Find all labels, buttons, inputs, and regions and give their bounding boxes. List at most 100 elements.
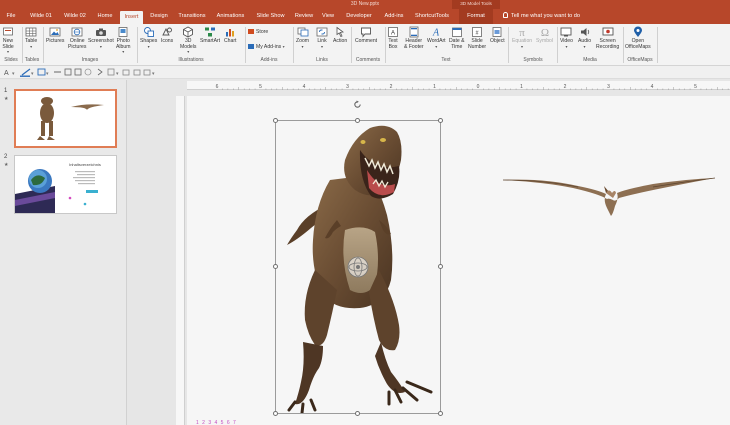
open-officemaps-label-line2: OfficeMaps xyxy=(625,43,651,50)
audio-button[interactable]: Audio ▾ xyxy=(578,26,591,49)
window-title: 3D New.pptx xyxy=(350,1,380,7)
chevron-down-icon: ▾ xyxy=(99,43,102,49)
tab-shortcuttools[interactable]: ShortcutTools xyxy=(411,9,453,24)
resize-handle-right[interactable] xyxy=(438,264,443,269)
my-addins-button[interactable]: My Add-ins ▾ xyxy=(248,43,285,51)
resize-handle-top[interactable] xyxy=(355,118,360,123)
resize-handle-bottom[interactable] xyxy=(355,411,360,416)
chart-icon xyxy=(224,26,236,38)
screen-recording-button[interactable]: Screen Recording xyxy=(596,26,619,50)
horizontal-ruler: 6543210123456 xyxy=(187,81,730,90)
tab-review[interactable]: Review xyxy=(292,9,316,24)
tab-wilde-01[interactable]: Wilde 01 xyxy=(27,9,55,24)
slide-number-label-line2: Number xyxy=(468,43,487,50)
link-button[interactable]: Link ▾ xyxy=(316,26,328,49)
tab-file[interactable]: File xyxy=(3,9,19,24)
tab-wilde-02[interactable]: Wilde 02 xyxy=(61,9,89,24)
addins-icon xyxy=(248,44,254,49)
object-icon xyxy=(491,26,503,38)
date-time-button[interactable]: Date & Time xyxy=(449,26,465,50)
chart-button[interactable]: Chart xyxy=(224,26,236,45)
tab-design[interactable]: Design xyxy=(147,9,171,24)
svg-text:Ω: Ω xyxy=(540,27,548,38)
video-button[interactable]: Video ▾ xyxy=(560,26,573,49)
smartart-button[interactable]: SmartArt xyxy=(200,26,220,45)
symbol-label: Symbol xyxy=(536,38,553,44)
animation-star-icon: ★ xyxy=(4,96,9,102)
rotate-handle-icon[interactable] xyxy=(353,100,362,109)
slide-thumbnail-2[interactable]: Inhaltsverzeichnis xyxy=(14,155,117,214)
group-separator xyxy=(508,27,509,63)
screenshot-button[interactable]: Screenshot ▾ xyxy=(88,26,114,49)
svg-text:▾: ▾ xyxy=(31,71,34,77)
comment-button[interactable]: Comment xyxy=(355,26,377,45)
open-officemaps-button[interactable]: Open OfficeMaps xyxy=(625,26,651,50)
tab-developer[interactable]: Developer xyxy=(342,9,376,24)
pterosaur-3d-model[interactable] xyxy=(503,176,723,226)
header-footer-label-line2: & Footer xyxy=(404,43,424,50)
group-label-media: Media xyxy=(583,57,597,63)
group-separator xyxy=(385,27,386,63)
chart-label: Chart xyxy=(224,38,237,44)
new-slide-button[interactable]: New Slide ▾ xyxy=(2,26,14,54)
tab-home[interactable]: Home xyxy=(94,9,116,24)
store-button[interactable]: Store xyxy=(248,29,268,36)
svg-text:π: π xyxy=(519,27,525,38)
svg-text:▾: ▾ xyxy=(12,71,15,77)
svg-text:▾: ▾ xyxy=(152,71,155,77)
resize-handle-top-left[interactable] xyxy=(273,118,278,123)
header-footer-button[interactable]: Header & Footer xyxy=(404,26,424,50)
photo-album-button[interactable]: Photo Album ▾ xyxy=(116,26,130,54)
audio-icon xyxy=(579,26,591,38)
text-box-icon: A xyxy=(387,26,399,38)
equation-button[interactable]: π Equation ▾ xyxy=(512,26,532,49)
header-footer-icon xyxy=(408,26,420,38)
resize-handle-bottom-left[interactable] xyxy=(273,411,278,416)
chevron-down-icon: ▾ xyxy=(583,43,586,49)
tab-view[interactable]: View xyxy=(319,9,337,24)
ruler-label: 0 xyxy=(477,84,480,90)
slide-footer-marks: 1 2 3 4 5 6 7 xyxy=(196,420,237,425)
tab-slide-show[interactable]: Slide Show xyxy=(253,9,288,24)
new-slide-icon xyxy=(2,26,14,38)
tell-me-search[interactable]: Tell me what you want to do xyxy=(503,9,580,24)
group-separator xyxy=(22,27,23,63)
ribbon-tab-bar: File Wilde 01 Wilde 02 Home Insert Design Tran… xyxy=(0,9,730,24)
date-time-icon xyxy=(451,26,463,38)
my-addins-label: My Add-ins xyxy=(256,44,282,50)
pictures-button[interactable]: Pictures xyxy=(46,26,64,45)
action-label: Action xyxy=(333,38,348,44)
tab-insert[interactable]: Insert xyxy=(120,11,143,24)
3d-models-button[interactable]: 3D Models ▾ xyxy=(180,26,196,54)
tab-format[interactable]: Format xyxy=(459,9,493,24)
animation-star-icon: ★ xyxy=(4,162,9,168)
tab-animations[interactable]: Animations xyxy=(213,9,248,24)
shapes-button[interactable]: Shapes ▾ xyxy=(140,26,157,49)
online-pictures-button[interactable]: Online Pictures xyxy=(68,26,86,50)
slide-thumbnail-1[interactable] xyxy=(14,89,117,148)
contextual-tab-header: 3D Model Tools xyxy=(452,0,500,9)
pictures-label: Pictures xyxy=(46,38,65,44)
group-separator xyxy=(137,27,138,63)
slide-canvas[interactable] xyxy=(187,96,730,425)
resize-handle-left[interactable] xyxy=(273,264,278,269)
symbol-button[interactable]: Ω Symbol xyxy=(536,26,553,45)
icons-label: Icons xyxy=(161,38,174,44)
text-box-button[interactable]: A Text Box xyxy=(387,26,399,50)
zoom-button[interactable]: Zoom ▾ xyxy=(296,26,309,49)
action-button[interactable]: Action xyxy=(333,26,347,45)
group-separator xyxy=(245,27,246,63)
wordart-button[interactable]: A WordArt ▾ xyxy=(427,26,446,49)
qat-icons: A ▾ ▾ ▾ ▾ ▾ xyxy=(4,68,155,77)
icons-button[interactable]: Icons xyxy=(161,26,173,45)
table-button[interactable]: Table ▾ xyxy=(25,26,37,49)
ruler-corner xyxy=(176,90,185,96)
3d-orbit-control-icon[interactable] xyxy=(346,255,370,279)
tab-add-ins[interactable]: Add-ins xyxy=(380,9,408,24)
text-box-label-line2: Box xyxy=(388,43,398,50)
object-button[interactable]: Object xyxy=(490,26,505,45)
slide-number-button[interactable]: # Slide Number xyxy=(468,26,486,50)
tab-transitions[interactable]: Transitions xyxy=(175,9,209,24)
resize-handle-bottom-right[interactable] xyxy=(438,411,443,416)
resize-handle-top-right[interactable] xyxy=(438,118,443,123)
